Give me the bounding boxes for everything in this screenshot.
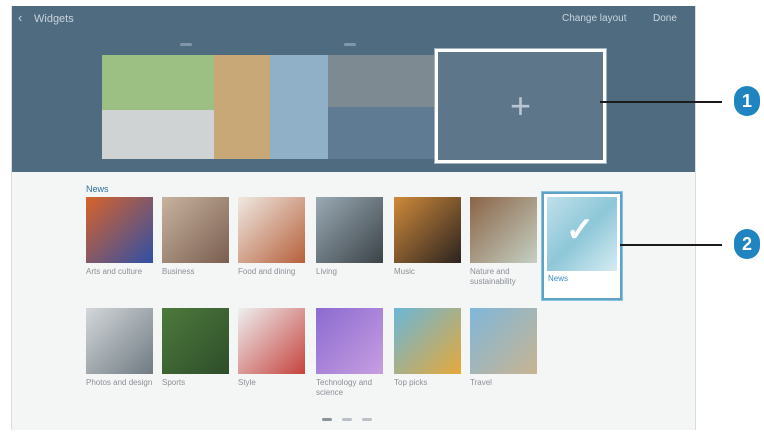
page-indicator-dot: [180, 43, 192, 46]
device-screen: ‹ Widgets Change layout Done + News Arts…: [11, 6, 696, 430]
pager-dot: [362, 418, 372, 421]
section-label: News: [86, 184, 109, 194]
done-button[interactable]: Done: [653, 12, 677, 26]
home-pages: [102, 55, 452, 165]
callout-badge: 1: [734, 86, 760, 116]
home-page-thumbnail[interactable]: [270, 55, 442, 159]
widget-tile[interactable]: [238, 308, 305, 374]
change-layout-button[interactable]: Change layout: [562, 12, 627, 26]
widget-tile[interactable]: [470, 308, 537, 374]
widget-tile[interactable]: [162, 308, 229, 374]
widget-tile[interactable]: [316, 308, 383, 374]
widget-label: Living: [316, 267, 337, 276]
home-page-thumbnail[interactable]: [102, 55, 270, 159]
widget-label: News: [548, 274, 569, 283]
callout-line: [620, 244, 722, 246]
widget-label: Food and dining: [238, 267, 296, 276]
widget-label: Business: [162, 267, 195, 276]
widget-tile[interactable]: [394, 197, 461, 263]
add-page-panel[interactable]: +: [435, 49, 606, 163]
back-icon[interactable]: ‹: [18, 11, 22, 25]
home-pages-area: ‹ Widgets Change layout Done +: [12, 6, 695, 172]
pager-dot: [322, 418, 332, 421]
callout-line: [600, 101, 722, 103]
pager-dot: [342, 418, 352, 421]
check-icon: ✓: [565, 211, 595, 249]
widget-label: Technology and science: [316, 378, 373, 397]
widget-label: Top picks: [394, 378, 428, 387]
widget-label: Nature and sustainability: [470, 267, 516, 286]
widget-tile[interactable]: [470, 197, 537, 263]
widget-tile[interactable]: [394, 308, 461, 374]
top-bar: ‹ Widgets Change layout Done: [12, 6, 695, 32]
widget-label: Sports: [162, 378, 186, 387]
page-title: Widgets: [34, 13, 74, 25]
page-indicator-dot: [344, 43, 356, 46]
widget-label: Travel: [470, 378, 492, 387]
widget-label: Arts and culture: [86, 267, 143, 276]
widget-tile[interactable]: [238, 197, 305, 263]
add-icon: +: [509, 85, 532, 126]
widget-label: Photos and design: [86, 378, 153, 387]
widget-tile[interactable]: [86, 308, 153, 374]
widget-tile[interactable]: [86, 197, 153, 263]
widget-label: Style: [238, 378, 256, 387]
selected-widget-tile[interactable]: ✓ News: [542, 192, 622, 300]
widget-tile[interactable]: [162, 197, 229, 263]
callout-badge: 2: [734, 229, 760, 259]
widget-tile[interactable]: [316, 197, 383, 263]
widget-label: Music: [394, 267, 415, 276]
